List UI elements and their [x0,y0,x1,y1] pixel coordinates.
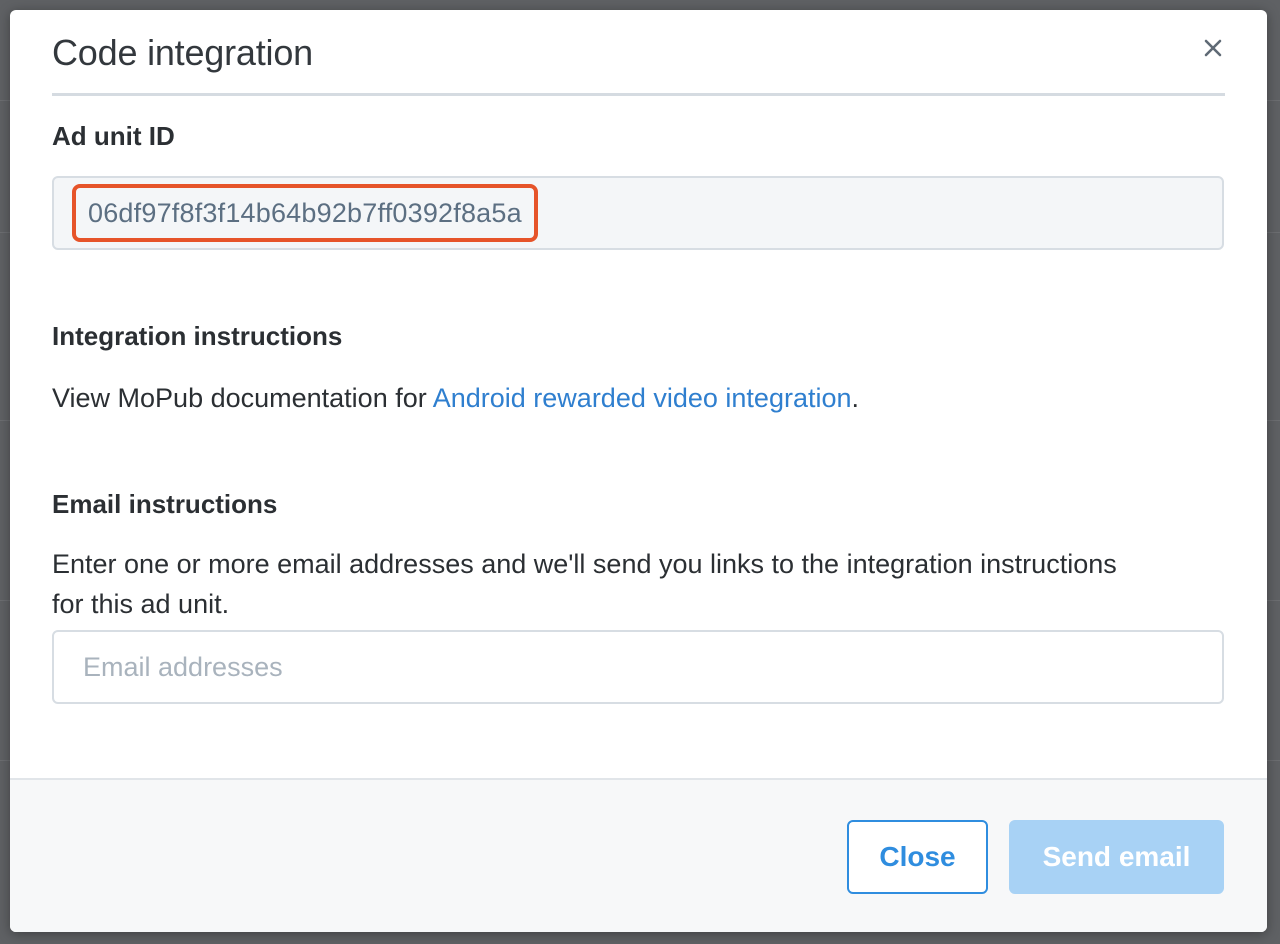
email-description-line-1: Enter one or more email addresses and we… [52,549,1117,579]
close-icon-glyph [1204,39,1222,57]
ad-unit-id-label: Ad unit ID [52,121,175,151]
email-addresses-input[interactable] [52,630,1224,704]
email-instructions-heading: Email instructions [52,489,278,519]
integration-text-suffix: . [851,383,860,413]
android-rewarded-video-link[interactable]: Android rewarded video integration [433,383,852,413]
modal-title: Code integration [52,32,313,73]
code-integration-modal: Code integration Ad unit ID 06df97f8f3f1… [10,10,1267,932]
ad-unit-id-field[interactable]: 06df97f8f3f14b64b92b7ff0392f8a5a [52,176,1224,250]
modal-footer: Close Send email [10,778,1267,932]
integration-instructions-text: View MoPub documentation for Android rew… [52,378,859,418]
email-instructions-text: Enter one or more email addresses and we… [52,544,1117,624]
ad-unit-id-value[interactable]: 06df97f8f3f14b64b92b7ff0392f8a5a [88,198,522,229]
modal-header: Code integration [52,10,1225,96]
ad-unit-id-highlight: 06df97f8f3f14b64b92b7ff0392f8a5a [72,184,538,242]
close-icon[interactable] [1197,32,1229,64]
close-button[interactable]: Close [847,820,988,894]
email-description-line-2: for this ad unit. [52,589,230,619]
send-email-button[interactable]: Send email [1009,820,1224,894]
integration-text-prefix: View MoPub documentation for [52,383,433,413]
integration-instructions-heading: Integration instructions [52,321,343,351]
